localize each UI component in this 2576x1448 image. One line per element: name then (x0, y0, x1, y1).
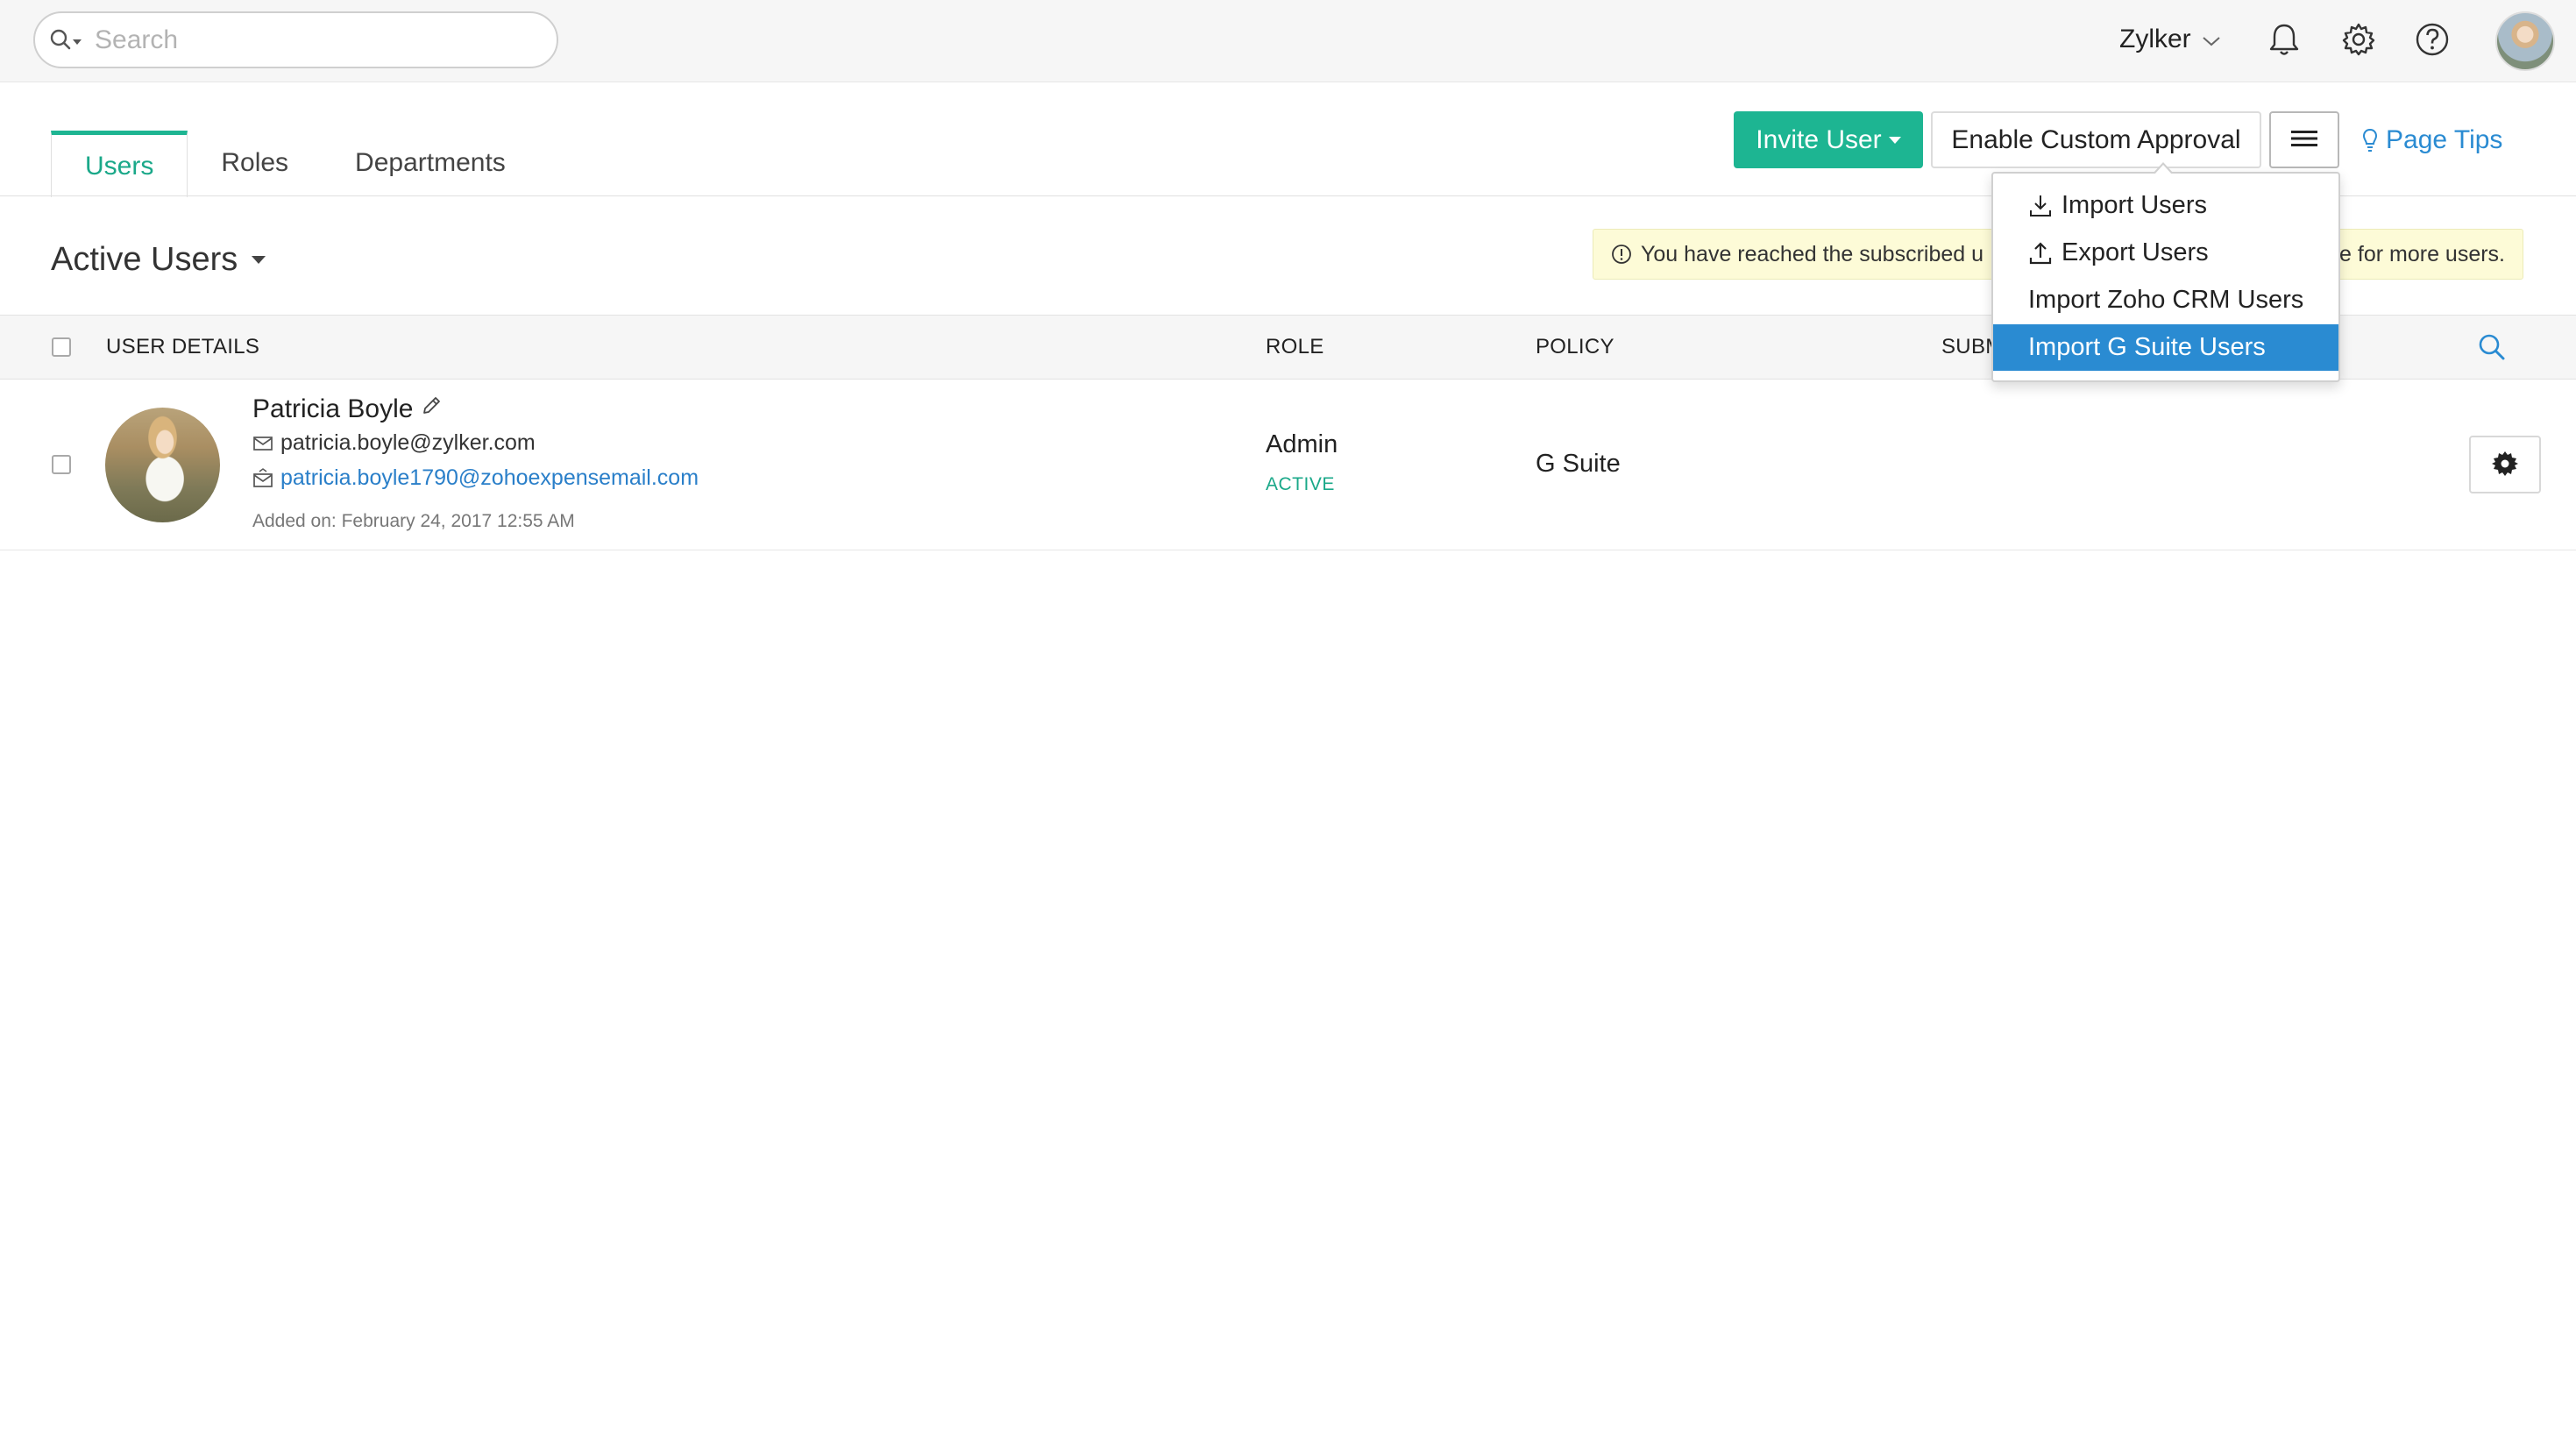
tab-users[interactable]: Users (51, 131, 188, 197)
caret-down-icon (252, 255, 266, 264)
info-icon (1612, 245, 1631, 264)
user-email-block: patricia.boyle@zylker.com (252, 430, 536, 456)
row-checkbox[interactable] (52, 455, 71, 474)
enable-custom-approval-button[interactable]: Enable Custom Approval (1931, 111, 2261, 168)
row-settings-button[interactable] (2469, 436, 2541, 493)
upload-icon (2029, 241, 2052, 264)
org-name: Zylker (2119, 25, 2191, 53)
status-badge: ACTIVE (1266, 474, 1335, 494)
user-name: Patricia Boyle (252, 394, 414, 423)
hamburger-menu-icon (2289, 129, 2319, 151)
search-input[interactable] (95, 18, 515, 62)
search-icon[interactable] (49, 27, 88, 53)
header-role: ROLE (1266, 335, 1324, 358)
more-actions-button[interactable] (2269, 111, 2339, 168)
view-selector[interactable]: Active Users (51, 235, 266, 284)
page-tips-link[interactable]: Page Tips (2361, 121, 2502, 160)
page-tips-label: Page Tips (2386, 125, 2503, 154)
enable-custom-approval-label: Enable Custom Approval (1951, 124, 2241, 154)
user-added-date: Added on: February 24, 2017 12:55 AM (252, 511, 575, 531)
mail-forward-icon (253, 467, 273, 487)
search-box[interactable] (33, 11, 558, 68)
tab-roles[interactable]: Roles (188, 130, 322, 196)
gear-icon (2491, 450, 2519, 480)
bell-icon[interactable] (2264, 19, 2304, 60)
menu-item-import-zoho-crm-users[interactable]: Import Zoho CRM Users (1993, 277, 2338, 323)
caret-down-icon (1888, 136, 1901, 144)
header-user-details: USER DETAILS (106, 335, 260, 358)
header-policy: POLICY (1536, 335, 1614, 358)
view-title: Active Users (51, 240, 238, 278)
settings-gear-icon[interactable] (2338, 19, 2379, 60)
menu-item-import-users[interactable]: Import Users (1993, 182, 2338, 229)
menu-item-export-users[interactable]: Export Users (1993, 230, 2338, 276)
page: Zylker (0, 0, 2576, 1448)
table-search-icon[interactable] (2477, 316, 2507, 379)
notice-text-end: e for more users. (2339, 241, 2505, 266)
user-name-block: Patricia Boyle (252, 394, 443, 424)
tab-bar: Users Roles Departments (51, 130, 539, 197)
menu-item-label: Import Zoho CRM Users (2028, 286, 2304, 314)
menu-item-label: Import Users (2062, 191, 2207, 219)
top-bar: Zylker (0, 0, 2576, 82)
user-policy: G Suite (1536, 450, 1621, 478)
user-avatar[interactable] (2495, 11, 2555, 71)
mail-icon (253, 436, 273, 451)
chevron-down-icon (2202, 25, 2221, 54)
org-switcher[interactable]: Zylker (2119, 19, 2221, 60)
menu-item-label: Export Users (2062, 238, 2209, 266)
user-forward-email-block[interactable]: patricia.boyle1790@zohoexpensemail.com (252, 465, 699, 491)
user-email: patricia.boyle@zylker.com (280, 430, 536, 455)
tab-departments[interactable]: Departments (322, 130, 539, 196)
download-icon (2030, 195, 2051, 216)
invite-user-button[interactable]: Invite User (1734, 111, 1923, 168)
invite-user-label: Invite User (1756, 124, 1882, 154)
menu-item-label: Import G Suite Users (2028, 333, 2266, 361)
notice-text-start: You have reached the subscribed u (1641, 241, 1984, 266)
user-role: Admin (1266, 430, 1338, 458)
user-forward-email[interactable]: patricia.boyle1790@zohoexpensemail.com (280, 465, 699, 491)
pencil-edit-icon[interactable] (413, 394, 443, 424)
table-row[interactable]: Patricia Boyle patricia.boyle@zylker.com (0, 380, 2576, 550)
more-actions-menu: Import Users Export Users Import Zoho CR… (1991, 162, 2340, 382)
help-icon[interactable] (2412, 19, 2452, 60)
select-all-checkbox[interactable] (52, 337, 71, 357)
menu-item-import-g-suite-users[interactable]: Import G Suite Users (1993, 324, 2338, 371)
user-photo (105, 408, 220, 522)
lightbulb-icon (2362, 128, 2378, 152)
